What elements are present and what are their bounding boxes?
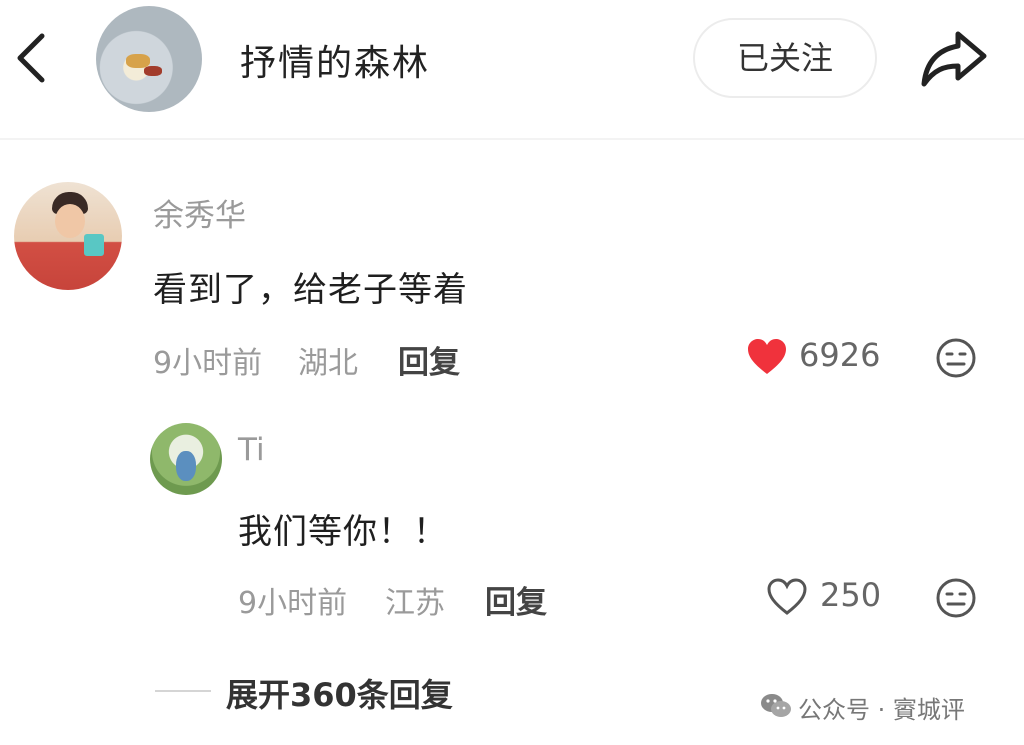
reply-reply-button[interactable]: 回复 <box>485 577 547 622</box>
wechat-icon <box>761 694 791 717</box>
author-name[interactable]: 抒情的森林 <box>240 34 430 86</box>
watermark-text: 公众号 · 賨城评 <box>798 696 965 724</box>
follow-button[interactable]: 已关注 <box>693 18 877 98</box>
reply-time: 9小时前 <box>238 586 348 621</box>
dislike-face-icon[interactable] <box>935 577 977 619</box>
comment-location: 湖北 <box>298 346 358 381</box>
share-arrow-icon <box>921 31 987 87</box>
back-button[interactable] <box>12 28 52 88</box>
share-button[interactable] <box>918 24 990 94</box>
reply-location: 江苏 <box>385 586 445 621</box>
comment-username[interactable]: 余秀华 <box>153 190 246 235</box>
chevron-left-icon <box>17 33 45 83</box>
top-bar: 抒情的森林 已关注 <box>0 0 1024 138</box>
comment-time: 9小时前 <box>153 346 263 381</box>
header-divider <box>0 138 1024 140</box>
reply-text: 我们等你！！ <box>238 512 448 552</box>
heart-filled-icon[interactable] <box>746 338 788 376</box>
dislike-face-icon[interactable] <box>935 337 977 379</box>
reply-username[interactable]: Ti <box>238 432 265 468</box>
commenter-avatar[interactable] <box>14 182 122 290</box>
author-avatar[interactable] <box>96 6 202 112</box>
reply-like-count: 250 <box>820 576 882 614</box>
comment-like-count: 6926 <box>799 336 881 374</box>
comment-text: 看到了，给老子等着 <box>153 270 468 310</box>
expand-replies-button[interactable]: 展开360条回复 <box>226 670 453 716</box>
comment-reply-button[interactable]: 回复 <box>398 337 460 382</box>
heart-outline-icon[interactable] <box>766 578 808 616</box>
reply-avatar[interactable] <box>150 423 222 495</box>
expand-divider <box>155 690 211 692</box>
